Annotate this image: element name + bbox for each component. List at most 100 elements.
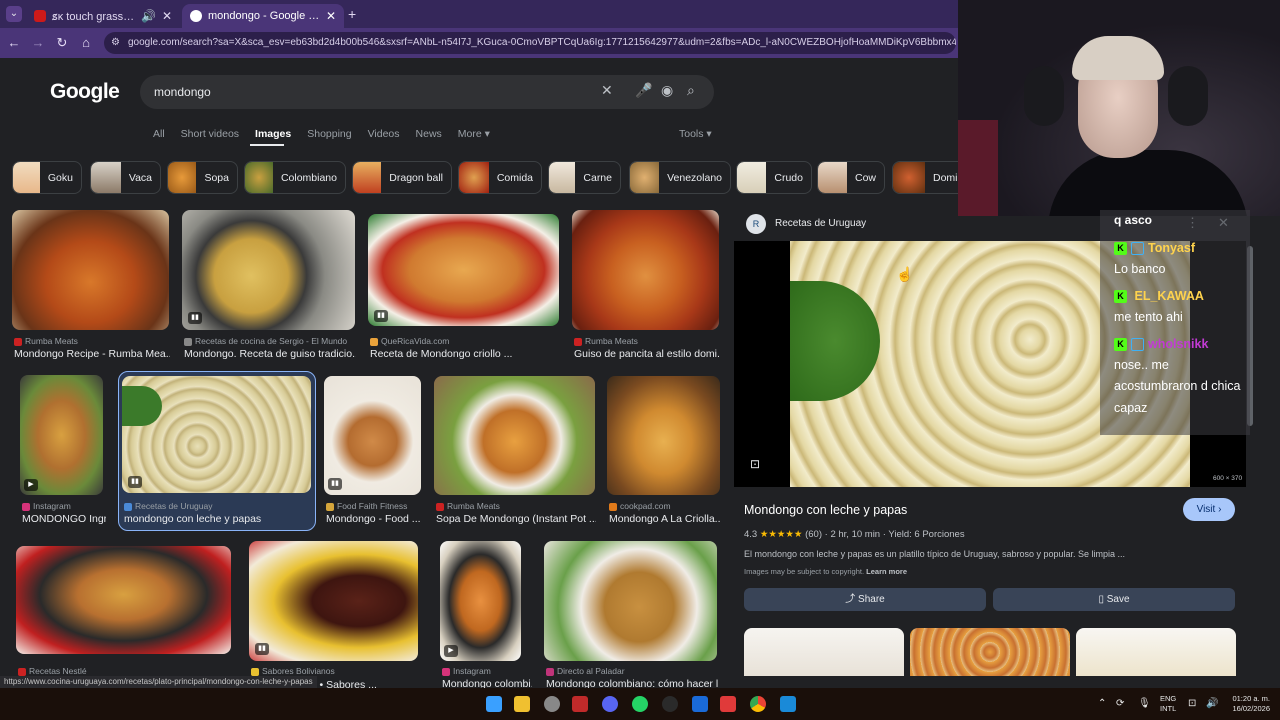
chip-comida[interactable]: Comida xyxy=(458,161,542,194)
tab-search-button[interactable]: ⌄ xyxy=(6,6,22,22)
reload-icon[interactable]: ↻ xyxy=(54,35,70,51)
result-source[interactable]: Sabores Bolivianos xyxy=(251,666,419,676)
panel-site-name[interactable]: Recetas de Uruguay xyxy=(775,218,866,229)
tab-news[interactable]: News xyxy=(416,128,442,146)
app-icon[interactable] xyxy=(692,696,708,712)
image-result[interactable]: Directo al Paladar Mondongo colombiano: … xyxy=(544,541,718,690)
image-result-selected[interactable]: ▮▮ Recetas de Uruguay mondongo con leche… xyxy=(122,376,312,528)
result-title[interactable]: Mondongo Recipe - Rumba Mea... xyxy=(14,348,170,360)
image-result[interactable]: ▮▮ Food Faith Fitness Mondongo - Food ..… xyxy=(324,376,422,528)
chip-colombiano[interactable]: Colombiano xyxy=(244,161,346,194)
github-icon[interactable] xyxy=(662,696,678,712)
chip-crudo[interactable]: Crudo xyxy=(736,161,812,194)
search-input[interactable]: mondongo xyxy=(154,85,211,99)
result-thumbnail[interactable] xyxy=(607,376,720,495)
result-title[interactable]: Mondongo. Receta de guiso tradicio... xyxy=(184,348,356,360)
address-bar[interactable]: ⚙ google.com/search?sa=X&sca_esv=eb63bd2… xyxy=(104,32,956,54)
result-thumbnail[interactable] xyxy=(20,375,103,495)
visit-button[interactable]: Visit › xyxy=(1183,498,1235,521)
chrome-icon[interactable] xyxy=(750,696,766,712)
result-thumbnail[interactable] xyxy=(249,541,418,661)
chip-sopa[interactable]: Sopa xyxy=(167,161,238,194)
image-result[interactable]: ▮▮ Recetas de cocina de Sergio - El Mund… xyxy=(182,210,356,362)
result-source[interactable]: Instagram xyxy=(22,501,106,511)
image-result[interactable]: Recetas Nestlé xyxy=(16,546,232,686)
result-source[interactable]: Instagram xyxy=(442,666,524,676)
result-thumbnail[interactable] xyxy=(12,210,169,330)
image-result[interactable]: Rumba Meats Sopa De Mondongo (Instant Po… xyxy=(434,376,596,528)
result-title[interactable]: Mondongo A La Criolla... xyxy=(609,513,721,525)
learn-more-link[interactable]: Learn more xyxy=(866,567,907,576)
app-icon[interactable] xyxy=(720,696,736,712)
network-icon[interactable]: ⊡ xyxy=(1188,698,1196,709)
chip-carne[interactable]: Carne xyxy=(548,161,621,194)
lens-icon[interactable]: ◉ xyxy=(661,82,673,99)
image-result[interactable]: Rumba Meats Mondongo Recipe - Rumba Mea.… xyxy=(12,210,170,362)
app-icon[interactable] xyxy=(572,696,588,712)
image-result[interactable]: ▶ Instagram MONDONGO Ingr... xyxy=(20,375,106,527)
related-image[interactable] xyxy=(910,628,1070,676)
clear-icon[interactable]: ✕ xyxy=(601,82,613,99)
result-title[interactable]: mondongo con leche y papas xyxy=(124,513,312,525)
tray-overflow-icon[interactable]: ⌃ xyxy=(1098,698,1106,709)
result-thumbnail[interactable] xyxy=(368,214,559,326)
site-info-icon[interactable]: ⚙ xyxy=(111,32,120,54)
result-source[interactable]: Rumba Meats xyxy=(436,501,596,511)
close-tab-icon[interactable]: ✕ xyxy=(162,9,172,23)
chip-domir[interactable]: Domir xyxy=(892,161,958,194)
tab-more[interactable]: More ▾ xyxy=(458,128,490,146)
browser-tab-stream[interactable]: ꜱ̷ᴋ touch grass ꜱ̷ᴋ 🔊 ✕ xyxy=(26,4,180,28)
tab-all[interactable]: All xyxy=(153,128,165,146)
search-box[interactable]: mondongo ✕ 🎤 ◉ ⌕ xyxy=(140,75,714,109)
result-title[interactable]: MONDONGO Ingr... xyxy=(22,513,106,525)
result-thumbnail[interactable] xyxy=(572,210,719,330)
result-thumbnail[interactable] xyxy=(440,541,521,661)
result-source[interactable]: Recetas Nestlé xyxy=(18,666,232,676)
image-result[interactable]: ▶ Instagram Mondongo colombi... xyxy=(440,541,532,690)
microphone-icon[interactable]: 🎤 xyxy=(635,82,652,99)
panel-title[interactable]: Mondongo con leche y papas xyxy=(744,503,907,517)
tab-shopping[interactable]: Shopping xyxy=(307,128,351,146)
app-tray-icon[interactable]: ⟳ xyxy=(1116,698,1124,709)
result-source[interactable]: Rumba Meats xyxy=(14,336,170,346)
related-image[interactable] xyxy=(744,628,904,676)
result-source[interactable]: Recetas de Uruguay xyxy=(124,501,312,511)
chip-dragon-ball[interactable]: Dragon ball xyxy=(352,161,452,194)
google-logo[interactable]: Google xyxy=(50,80,120,104)
site-logo-icon[interactable]: R xyxy=(746,214,766,234)
start-windows-icon[interactable] xyxy=(486,696,502,712)
back-icon[interactable]: ← xyxy=(6,35,22,50)
search-icon[interactable]: ⌕ xyxy=(687,82,695,99)
result-source[interactable]: cookpad.com xyxy=(609,501,721,511)
image-result[interactable]: ▮▮ QueRicaVida.com Receta de Mondongo cr… xyxy=(368,214,560,362)
result-thumbnail[interactable] xyxy=(544,541,717,661)
chip-cow[interactable]: Cow xyxy=(817,161,885,194)
chip-venezolano[interactable]: Venezolano xyxy=(629,161,731,194)
language-indicator[interactable]: ENG INTL xyxy=(1160,694,1176,714)
result-title[interactable]: Receta de Mondongo criollo ... xyxy=(370,348,560,360)
result-thumbnail[interactable] xyxy=(434,376,595,495)
save-button[interactable]: ▯ Save xyxy=(993,588,1235,611)
browser-tab-google[interactable]: mondongo - Google Search ✕ xyxy=(182,4,344,28)
chip-vaca[interactable]: Vaca xyxy=(90,161,161,194)
forward-icon[interactable]: → xyxy=(30,35,46,50)
share-button[interactable]: ⤴ Share xyxy=(744,588,986,611)
result-source[interactable]: Food Faith Fitness xyxy=(326,501,422,511)
tab-short-videos[interactable]: Short videos xyxy=(181,128,239,146)
discord-icon[interactable] xyxy=(602,696,618,712)
file-explorer-icon[interactable] xyxy=(514,696,530,712)
tab-videos[interactable]: Videos xyxy=(368,128,400,146)
result-source[interactable]: Directo al Paladar xyxy=(546,666,718,676)
result-source[interactable]: QueRicaVida.com xyxy=(370,336,560,346)
image-result[interactable]: cookpad.com Mondongo A La Criolla... xyxy=(607,376,721,528)
home-icon[interactable]: ⌂ xyxy=(78,35,94,50)
app-icon[interactable] xyxy=(780,696,796,712)
obs-icon[interactable] xyxy=(544,696,560,712)
image-result[interactable]: ▮▮ Sabores Bolivianos mondongo 😋 • Sabor… xyxy=(249,541,419,691)
system-clock[interactable]: 01:20 a. m. 16/02/2026 xyxy=(1224,694,1270,714)
new-tab-button[interactable]: + xyxy=(348,6,356,22)
close-tab-icon[interactable]: ✕ xyxy=(326,9,336,23)
lens-search-icon[interactable]: ⊡ xyxy=(750,457,760,471)
tools-button[interactable]: Tools ▾ xyxy=(679,128,712,140)
result-source[interactable]: Recetas de cocina de Sergio - El Mundo xyxy=(184,336,356,346)
